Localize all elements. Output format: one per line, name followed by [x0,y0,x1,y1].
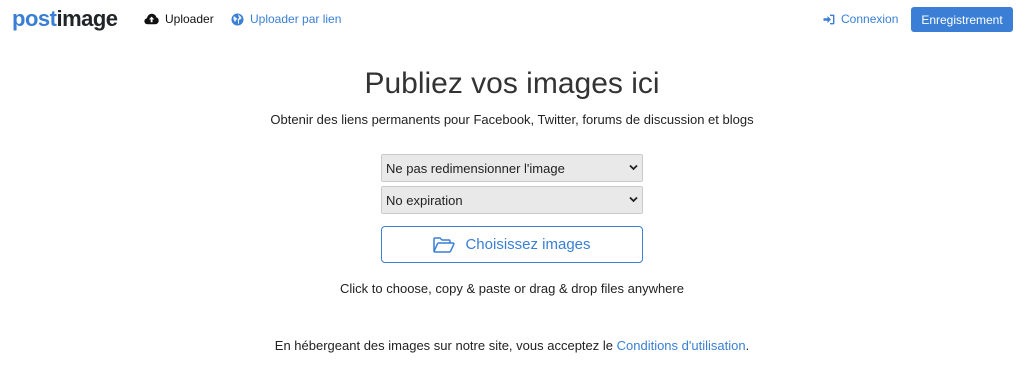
nav-login-link[interactable]: Connexion [823,11,898,27]
nav-login-label: Connexion [841,12,899,26]
logo-part-post: post [12,6,57,31]
globe-icon [231,13,244,25]
register-button[interactable]: Enregistrement [911,7,1013,32]
nav-uploader-link[interactable]: Uploader [144,11,214,27]
upload-hint: Click to choose, copy & paste or drag & … [340,281,684,296]
terms-link[interactable]: Conditions d'utilisation [617,338,746,353]
resize-select[interactable]: Ne pas redimensionner l'image [381,154,643,182]
nav-uploader-url-label: Uploader par lien [250,12,342,26]
resize-select-wrapper: Ne pas redimensionner l'image [381,154,643,182]
navbar: postimage Uploader Uploader par lien Con… [0,0,1024,40]
expiration-select-wrapper: No expiration [381,186,643,214]
sign-in-icon [823,14,835,24]
terms-prefix: En hébergeant des images sur notre site,… [274,338,617,353]
logo-part-image: image [56,6,118,31]
logo[interactable]: postimage [12,6,118,32]
terms-notice: En hébergeant des images sur notre site,… [0,337,1024,355]
page-title: Publiez vos images ici [364,67,660,100]
cloud-upload-icon [144,13,159,25]
choose-images-label: Choisissez images [465,236,591,253]
nav-uploader-url-link[interactable]: Uploader par lien [231,11,341,27]
terms-suffix: . [745,338,750,353]
nav-uploader-label: Uploader [165,12,214,26]
choose-images-button[interactable]: Choisissez images [381,226,643,263]
folder-open-icon [433,236,456,253]
page-subtitle: Obtenir des liens permanents pour Facebo… [270,112,754,127]
expiration-select[interactable]: No expiration [381,186,643,214]
